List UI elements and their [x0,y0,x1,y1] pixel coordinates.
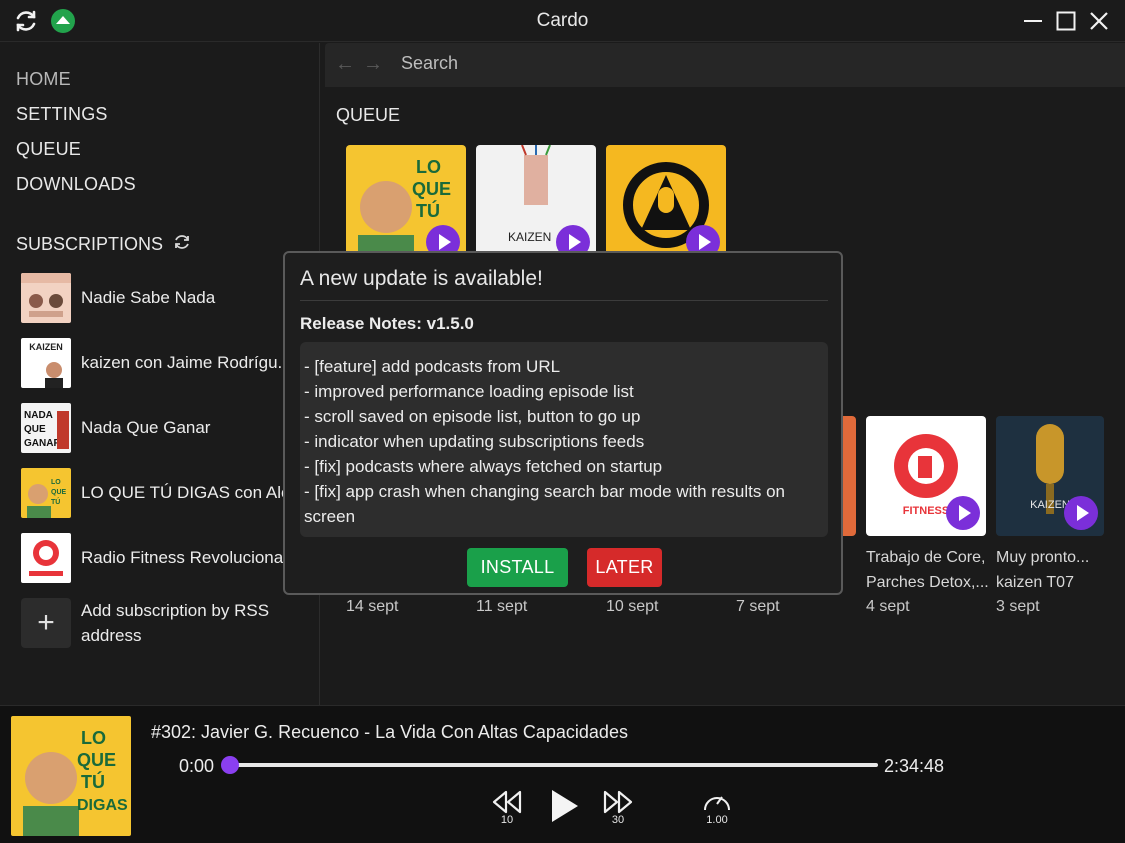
svg-text:TÚ: TÚ [51,497,60,506]
release-note: - indicator when updating subscriptions … [304,432,645,451]
playback-speed: 1.00 [706,814,728,826]
svg-text:LO: LO [416,157,441,177]
subscription-item[interactable]: Nadie Sabe Nada [21,273,311,323]
sidebar: HOME SETTINGS QUEUE DOWNLOADS SUBSCRIPTI… [0,43,320,705]
queue-episode-card[interactable]: LO QUE TÚ [346,145,466,265]
player-bar: LO QUE TÚ DIGAS #302: Javier G. Recuenco - … [0,705,1125,843]
svg-text:KAIZEN: KAIZEN [508,230,551,244]
episode-title: Muy pronto... kaizen T07 [996,549,1090,591]
subscriptions-header: SUBSCRIPTIONS [16,233,191,256]
episode-date: 14 sept [346,598,399,615]
release-notes-label: Release Notes: v1.5.0 [300,314,474,333]
svg-text:TÚ: TÚ [416,200,440,221]
release-note: - [fix] app crash when changing search b… [304,482,785,526]
subscription-name: Radio Fitness Revolucionari [81,548,291,567]
release-note: - [feature] add podcasts from URL [304,357,561,376]
add-subscription-label: Add subscription by RSS address [81,601,270,645]
install-button[interactable]: INSTALL [467,548,568,587]
svg-text:FITNESS: FITNESS [903,505,949,517]
back-arrow-icon[interactable]: ← [335,53,355,76]
subscription-name: Nadie Sabe Nada [81,288,216,307]
svg-text:LO: LO [51,479,61,486]
add-subscription[interactable]: + Add subscription by RSS address [21,598,281,648]
svg-text:QUE: QUE [24,424,46,435]
refresh-subscriptions-icon[interactable] [173,233,191,256]
podcast-cover: LO QUE TÚ [21,468,71,518]
episode-title: Trabajo de Core, Parches Detox,... [866,549,989,591]
maximize-icon[interactable] [1055,10,1077,32]
svg-text:NADA: NADA [24,410,53,421]
close-icon[interactable] [1088,10,1110,32]
update-dialog: A new update is available! Release Notes… [283,251,843,595]
episode-card[interactable]: KAIZEN [996,416,1104,536]
now-playing-title: #302: Javier G. Recuenco - La Vida Con A… [151,722,628,742]
now-playing-cover: LO QUE TÚ DIGAS [11,716,131,836]
nav-queue[interactable]: QUEUE [16,139,81,160]
dialog-divider [300,300,828,301]
podcast-cover [21,273,71,323]
svg-text:QUE: QUE [77,750,116,770]
release-note: - [fix] podcasts where always fetched on… [304,457,663,476]
episode-date: 7 sept [736,598,780,615]
nav-downloads[interactable]: DOWNLOADS [16,174,136,195]
add-icon[interactable]: + [21,598,71,648]
release-note: - improved performance loading episode l… [304,382,634,401]
title-bar: Cardo [0,0,1125,42]
episode-date: 4 sept [866,598,910,615]
svg-text:TÚ: TÚ [81,771,105,792]
queue-section-title: QUEUE [336,105,401,125]
minimize-icon[interactable] [1022,10,1044,32]
play-button[interactable] [548,786,582,826]
forward-seconds: 30 [611,814,625,826]
podcast-cover: KAIZEN [21,338,71,388]
nav-home[interactable]: HOME [16,69,71,90]
dialog-title: A new update is available! [300,267,543,290]
release-notes-box: - [feature] add podcasts from URL - impr… [300,342,828,537]
svg-text:GANAR: GANAR [24,438,61,449]
episode-date: 10 sept [606,598,659,615]
progress-track[interactable] [231,763,878,767]
subscription-item[interactable]: KAIZEN kaizen con Jaime Rodrígu... [21,338,311,388]
fast-forward-icon [603,790,633,814]
episode-card[interactable]: FITNESS [866,416,986,536]
play-icon [552,790,578,822]
play-icon[interactable] [946,496,980,530]
later-button[interactable]: LATER [587,548,662,587]
playback-speed-button[interactable]: 1.00 [701,788,733,826]
play-icon[interactable] [1064,496,1098,530]
search-input[interactable]: Search [401,53,458,74]
queue-episode-card[interactable] [606,145,726,265]
episode-date: 11 sept [476,598,528,615]
forward-arrow-icon[interactable]: → [363,53,383,76]
progress-thumb[interactable] [221,756,239,774]
total-time: 2:34:48 [884,756,945,776]
subscription-name: Nada Que Ganar [81,418,211,437]
nav-settings[interactable]: SETTINGS [16,104,108,125]
subscription-name: kaizen con Jaime Rodrígu... [81,353,291,372]
svg-text:KAIZEN: KAIZEN [29,342,63,352]
rewind-seconds: 10 [500,814,514,826]
window-title: Cardo [536,10,589,31]
subscription-item[interactable]: NADA QUE GANAR Nada Que Ganar [21,403,311,453]
episode-date: 3 sept [996,598,1040,615]
svg-text:LO: LO [81,728,106,748]
podcast-cover: NADA QUE GANAR [21,403,71,453]
subscriptions-title: SUBSCRIPTIONS [16,234,164,254]
podcast-cover [21,533,71,583]
svg-text:QUE: QUE [51,489,67,496]
forward-button[interactable]: 30 [601,788,635,826]
search-bar[interactable]: ← → Search [325,43,1125,87]
current-time: 0:00 [179,756,215,776]
subscription-item[interactable]: LO QUE TÚ LO QUE TÚ DIGAS con Ale... [21,468,311,518]
subscription-name: LO QUE TÚ DIGAS con Ale... [81,483,291,502]
rewind-icon [492,790,522,814]
subscription-item[interactable]: Radio Fitness Revolucionari [21,533,311,583]
svg-text:DIGAS: DIGAS [77,797,128,814]
rewind-button[interactable]: 10 [490,788,524,826]
queue-episode-card[interactable]: KAIZEN [476,145,596,265]
svg-text:QUE: QUE [412,179,451,199]
speedometer-icon [704,796,730,811]
release-note: - scroll saved on episode list, button t… [304,407,641,426]
